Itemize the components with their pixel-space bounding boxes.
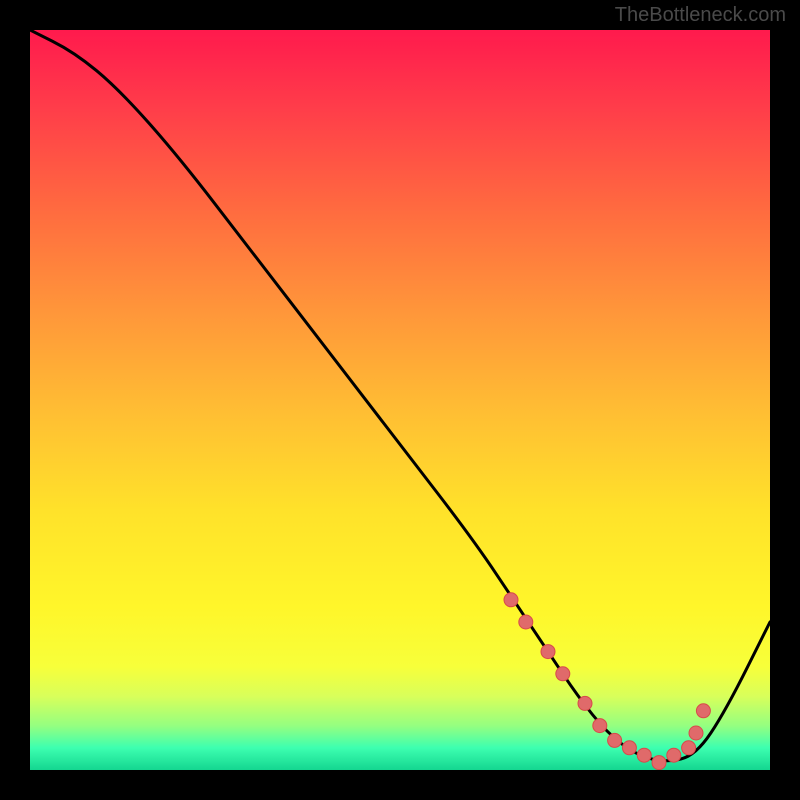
marker-dot xyxy=(556,667,570,681)
bottleneck-curve xyxy=(30,30,770,761)
highlight-dots xyxy=(504,593,710,770)
marker-dot xyxy=(682,741,696,755)
marker-dot xyxy=(593,719,607,733)
marker-dot xyxy=(541,645,555,659)
marker-dot xyxy=(519,615,533,629)
marker-dot xyxy=(504,593,518,607)
marker-dot xyxy=(689,726,703,740)
chart-svg xyxy=(30,30,770,770)
marker-dot xyxy=(622,741,636,755)
plot-area xyxy=(30,30,770,770)
attribution-text: TheBottleneck.com xyxy=(615,4,786,27)
marker-dot xyxy=(652,756,666,770)
marker-dot xyxy=(608,733,622,747)
marker-dot xyxy=(578,696,592,710)
marker-dot xyxy=(637,748,651,762)
marker-dot xyxy=(667,748,681,762)
marker-dot xyxy=(696,704,710,718)
